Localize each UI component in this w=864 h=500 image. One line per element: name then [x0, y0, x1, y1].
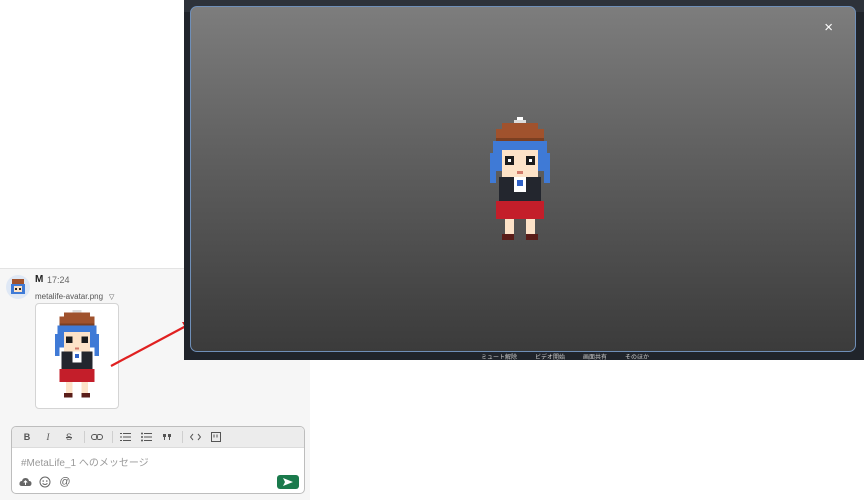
avatar[interactable]	[6, 275, 30, 299]
image-viewer: × ミュート解除 ビデオ開始 画面共有 そのほか	[184, 0, 864, 360]
message-composer[interactable]: B I S #MetaLife_1 へのメッセージ @	[11, 426, 305, 494]
toolbar-divider	[182, 431, 183, 443]
sender-name[interactable]: M	[35, 274, 43, 285]
avatar-thumbnail-image	[55, 308, 99, 398]
ordered-list-icon[interactable]	[116, 429, 134, 445]
code-icon[interactable]	[186, 429, 204, 445]
image-stage: ×	[190, 6, 856, 352]
italic-button[interactable]: I	[39, 429, 57, 445]
file-menu-caret-icon[interactable]: ▽	[109, 294, 114, 301]
send-button[interactable]	[277, 475, 299, 489]
taskbar-item: ビデオ開始	[535, 355, 566, 360]
taskbar-item: そのほか	[625, 355, 650, 360]
link-icon[interactable]	[88, 429, 106, 445]
taskbar-item: 画面共有	[583, 355, 608, 360]
message-time[interactable]: 17:24	[47, 275, 70, 285]
toolbar-divider	[84, 431, 85, 443]
strikethrough-button[interactable]: S	[60, 429, 78, 445]
formatting-toolbar: B I S	[12, 427, 304, 448]
message-input[interactable]: #MetaLife_1 へのメッセージ	[21, 454, 149, 469]
bold-button[interactable]: B	[18, 429, 36, 445]
file-name-text: metalife-avatar.png	[35, 292, 104, 301]
composer-actions: @	[18, 475, 72, 489]
mention-icon[interactable]: @	[58, 475, 72, 489]
image-thumbnail[interactable]	[35, 303, 119, 409]
quote-icon[interactable]	[158, 429, 176, 445]
code-block-icon[interactable]	[207, 429, 225, 445]
send-icon	[283, 478, 293, 486]
taskbar-item: ミュート解除	[481, 355, 518, 360]
toolbar-divider	[112, 431, 113, 443]
emoji-icon[interactable]	[38, 475, 52, 489]
background-taskbar: ミュート解除 ビデオ開始 画面共有 そのほか	[481, 352, 649, 360]
upload-cloud-icon[interactable]	[18, 475, 32, 489]
avatar-full-image	[490, 117, 550, 240]
file-name: metalife-avatar.png ▽	[35, 292, 114, 301]
bullet-list-icon[interactable]	[137, 429, 155, 445]
close-icon[interactable]: ×	[824, 19, 833, 36]
